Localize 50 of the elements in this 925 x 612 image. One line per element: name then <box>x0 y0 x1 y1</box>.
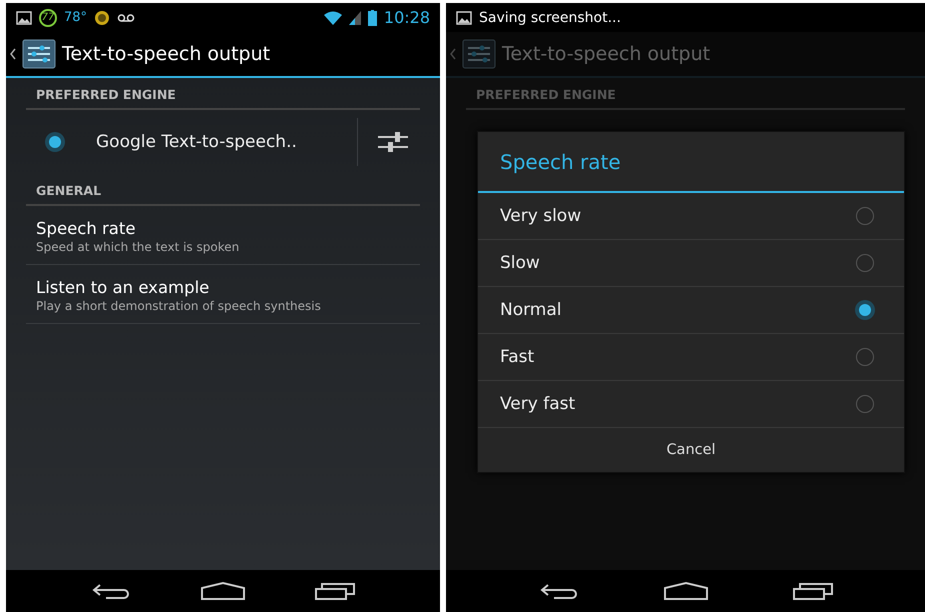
wifi-icon <box>324 10 342 24</box>
radio-button[interactable] <box>856 395 874 413</box>
voicemail-icon <box>117 12 136 22</box>
clock-time: 10:28 <box>384 8 430 27</box>
section-header: GENERAL <box>26 174 420 206</box>
radio-button[interactable] <box>49 136 61 148</box>
settings-item[interactable]: Listen to an example Play a short demonstration of speech synthesis <box>26 265 420 324</box>
section-header: PREFERRED ENGINE <box>26 78 420 110</box>
item-title: Speech rate <box>36 219 137 238</box>
radio-button[interactable] <box>856 254 874 272</box>
image-icon <box>16 10 32 24</box>
back-chevron-icon <box>450 48 456 60</box>
option-row[interactable]: Fast <box>478 334 904 381</box>
option-label: Very fast <box>500 394 576 414</box>
recent-apps-icon[interactable] <box>792 581 834 601</box>
dialog-title: Speech rate <box>478 132 904 193</box>
option-label: Slow <box>500 253 540 273</box>
back-chevron-icon <box>10 48 16 60</box>
radio-button[interactable] <box>859 304 871 316</box>
option-label: Normal <box>500 300 562 320</box>
radio-button[interactable] <box>856 207 874 225</box>
option-label: Very slow <box>500 206 582 226</box>
item-title: Listen to an example <box>36 278 210 297</box>
engine-name: Google Text-to-speech.. <box>96 132 298 152</box>
item-summary: Speed at which the text is spoken <box>36 240 240 254</box>
option-row[interactable]: Very fast <box>478 381 904 428</box>
notification-icon <box>94 10 110 26</box>
radio-button[interactable] <box>856 348 874 366</box>
screen-title: Text-to-speech output <box>62 43 270 65</box>
home-icon[interactable] <box>662 581 708 601</box>
settings-sliders-icon[interactable] <box>378 131 408 153</box>
screen-title: Text-to-speech output <box>502 43 710 65</box>
image-icon <box>456 10 472 24</box>
badge: 77 <box>39 8 57 26</box>
cancel-button[interactable]: Cancel <box>478 428 904 472</box>
temperature: 78° <box>64 10 88 25</box>
option-row[interactable]: Slow <box>478 240 904 287</box>
section-header: PREFERRED ENGINE <box>466 78 905 110</box>
option-label: Fast <box>500 347 534 367</box>
signal-icon <box>348 10 361 24</box>
battery-icon <box>368 10 377 26</box>
settings-app-icon <box>462 39 496 69</box>
notification-text: Saving screenshot... <box>479 10 621 26</box>
option-row[interactable]: Very slow <box>478 193 904 240</box>
recent-apps-icon[interactable] <box>314 581 356 601</box>
home-icon[interactable] <box>200 581 246 601</box>
option-row[interactable]: Normal <box>478 287 904 334</box>
item-summary: Play a short demonstration of speech synthesis <box>36 299 322 313</box>
settings-app-icon <box>22 39 56 69</box>
settings-item[interactable]: Speech rate Speed at which the text is spoken <box>26 206 420 265</box>
